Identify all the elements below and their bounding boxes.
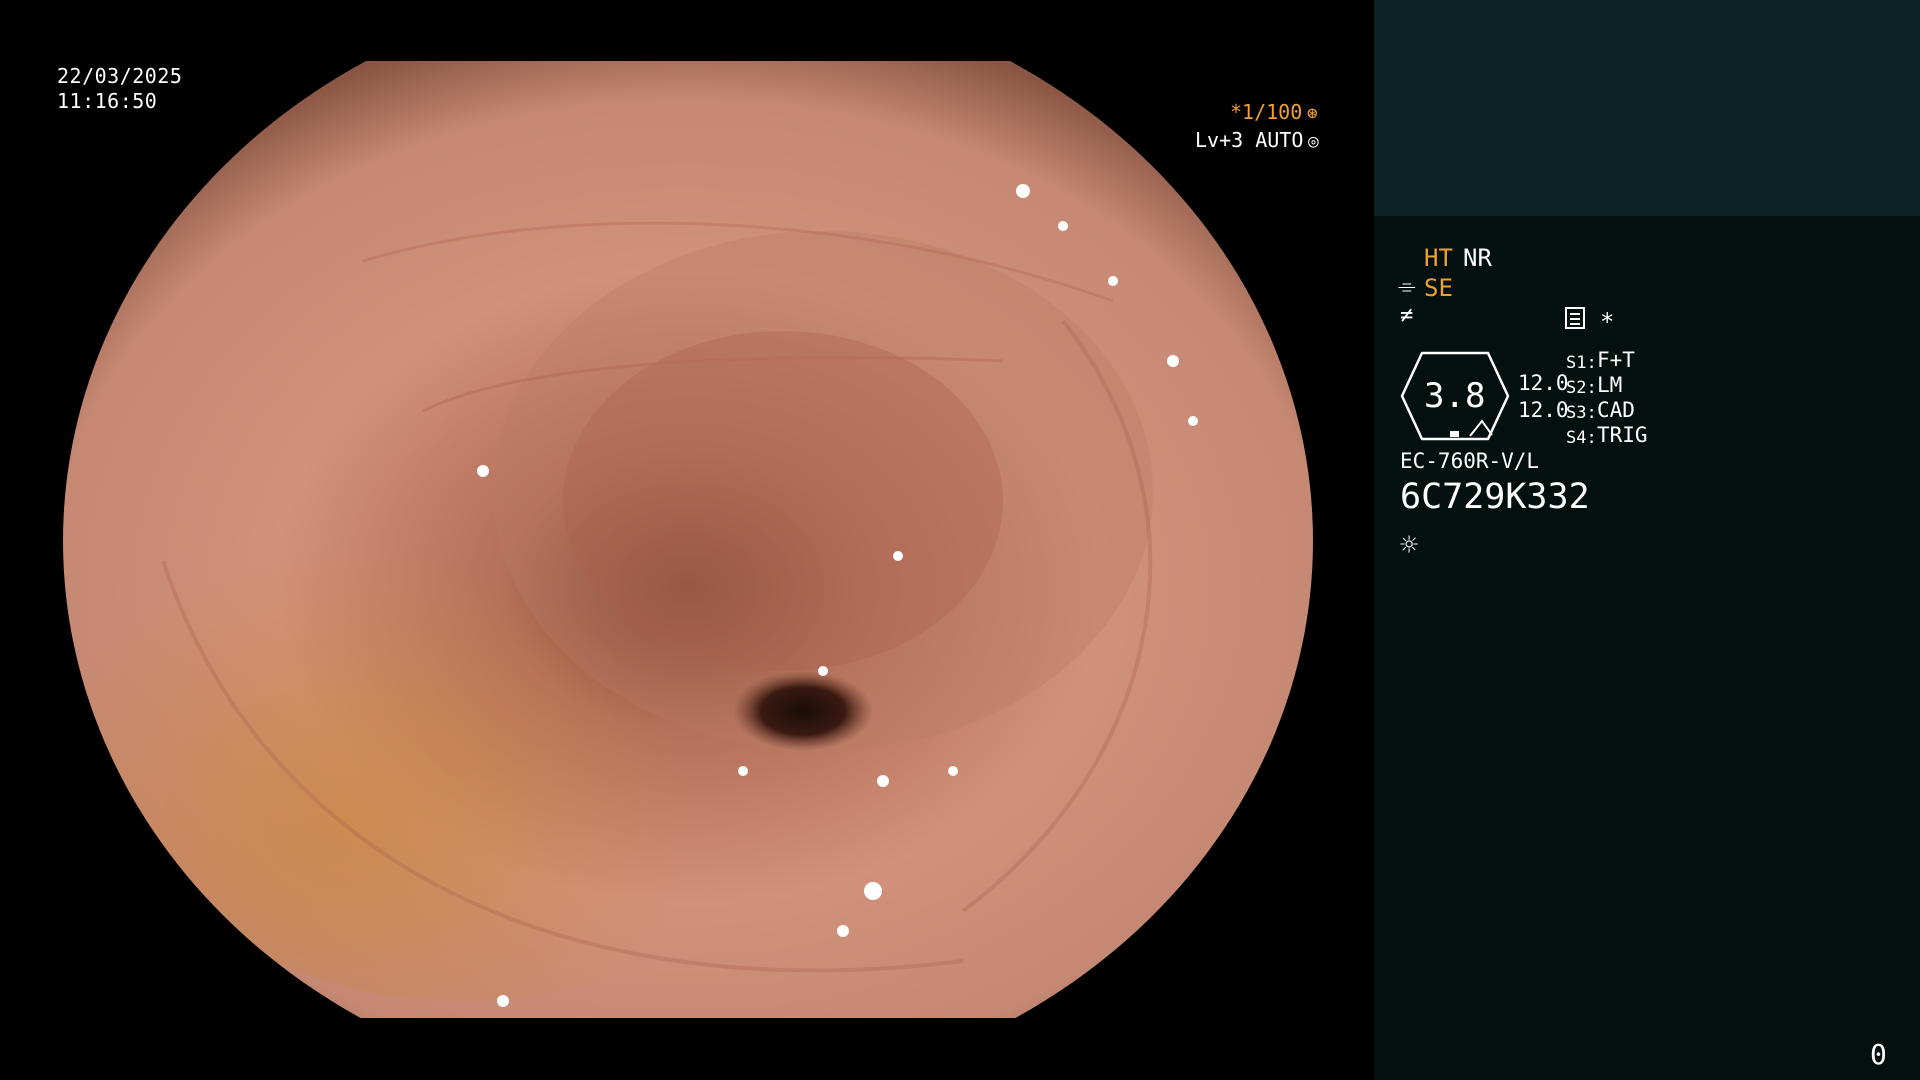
frame-counter: 0 — [1870, 1038, 1887, 1071]
iris-icon: ◎ — [1307, 131, 1319, 152]
value-a: 12.0 — [1518, 371, 1569, 395]
date-time-stamp: 22/03/2025 11:16:50 — [57, 64, 182, 114]
switch-1-key: S1: — [1566, 353, 1597, 373]
endoscopic-image — [63, 61, 1313, 1018]
aperture-icon: ⊛ — [1306, 103, 1318, 124]
switch-1-value: F+T — [1597, 348, 1635, 372]
switch-2-value: LM — [1597, 373, 1623, 397]
value-b: 12.0 — [1518, 398, 1569, 422]
switch-3-value: CAD — [1597, 398, 1635, 422]
panel-header-area — [1374, 0, 1920, 216]
level-label: Lv+3 AUTO — [1195, 128, 1304, 152]
brightness-level: Lv+3 AUTO ◎ — [1195, 128, 1323, 152]
shutter-speed: *1/100 ⊛ — [1230, 100, 1322, 124]
shutter-label: *1/100 — [1230, 100, 1303, 124]
endoscope-video-view: 22/03/2025 11:16:50 *1/100 ⊛ Lv+3 AUTO ◎ — [0, 0, 1374, 1080]
asterisk-indicator: * — [1600, 308, 1615, 336]
date-label: 22/03/2025 — [57, 64, 183, 88]
zoom-value: 3.8 — [1424, 376, 1486, 416]
status-panel — [1374, 0, 1920, 1080]
nr-mode: NR — [1463, 244, 1492, 272]
settings-list-icon — [1565, 307, 1585, 329]
scope-model: EC-760R-V/L — [1400, 449, 1540, 473]
time-label: 11:16:50 — [57, 89, 158, 113]
structure-enhancement-icon: ≠ — [1400, 303, 1414, 328]
switch-3-key: S3: — [1566, 403, 1597, 423]
scope-icon: ⌯ — [1398, 274, 1416, 299]
ht-mode: HT — [1424, 244, 1453, 272]
light-source-icon: ☼ — [1400, 528, 1419, 563]
switch-4-key: S4: — [1566, 428, 1597, 448]
se-mode: SE — [1424, 274, 1453, 302]
scope-serial: 6C729K332 — [1400, 477, 1590, 517]
switch-2-key: S2: — [1566, 378, 1597, 398]
switch-4-value: TRIG — [1597, 423, 1648, 447]
